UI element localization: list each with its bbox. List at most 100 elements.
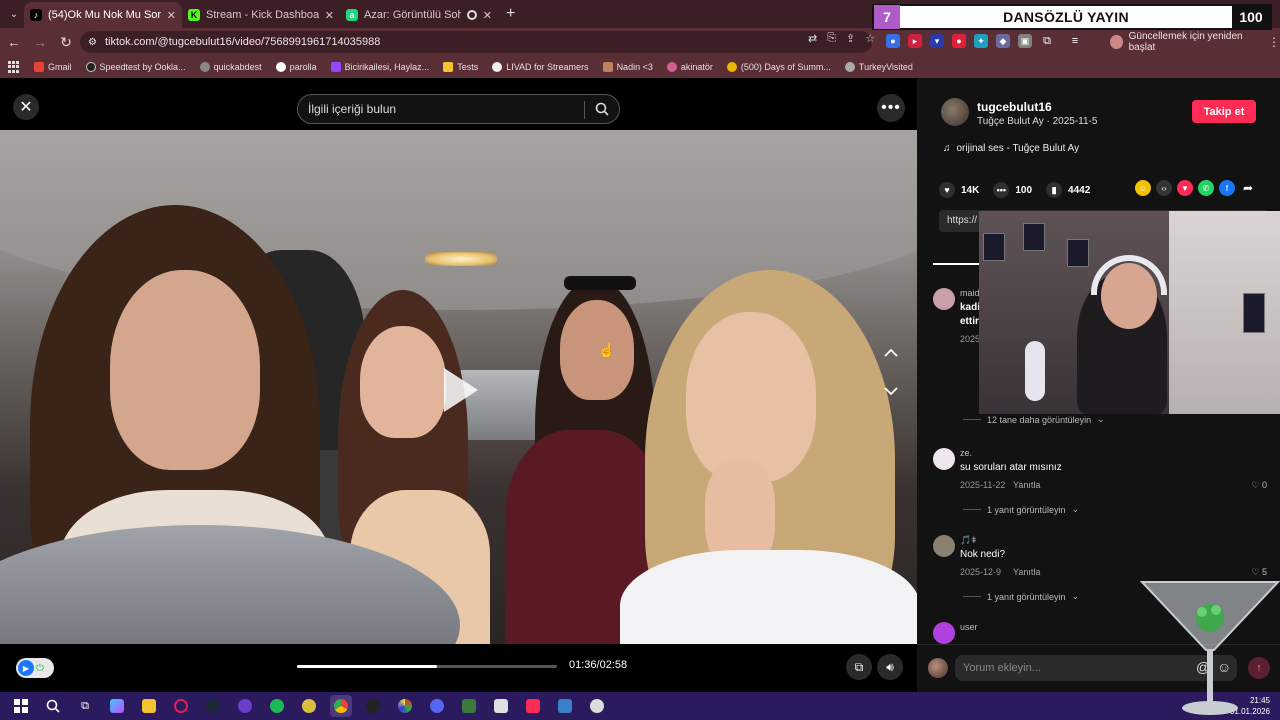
app-icon[interactable] bbox=[394, 695, 416, 717]
comment-avatar[interactable] bbox=[933, 288, 955, 310]
play-icon[interactable] bbox=[444, 368, 478, 412]
close-tab-icon[interactable]: ✕ bbox=[325, 9, 334, 22]
volume-button[interactable]: 🔊︎ bbox=[877, 654, 903, 680]
extension-icon[interactable]: ● bbox=[952, 34, 966, 48]
tab-kick[interactable]: K Stream - Kick Dashboard ✕ bbox=[182, 2, 340, 28]
picture-in-picture-button[interactable]: ⧉ bbox=[846, 654, 872, 680]
close-tab-icon[interactable]: ✕ bbox=[167, 9, 176, 22]
reply-button[interactable]: Yanıtla bbox=[1013, 480, 1040, 490]
comment-avatar[interactable] bbox=[933, 448, 955, 470]
comment-like[interactable]: ♡ 0 bbox=[1251, 480, 1267, 491]
bookmark-livad[interactable]: LIVAD for Streamers bbox=[492, 62, 589, 72]
bookmark-500-days[interactable]: (500) Days of Summ... bbox=[726, 62, 831, 72]
chrome-icon[interactable] bbox=[330, 695, 352, 717]
close-tab-icon[interactable]: ✕ bbox=[483, 9, 492, 22]
share-icon[interactable]: ⇪ bbox=[846, 32, 855, 45]
task-view-icon[interactable]: ⧉ bbox=[74, 695, 96, 717]
related-search-box[interactable]: İlgili içeriği bulun bbox=[297, 94, 620, 124]
install-app-icon[interactable]: ⎘ bbox=[827, 32, 836, 45]
bookmark-nadin[interactable]: Nadin <3 bbox=[602, 62, 653, 72]
view-more-replies[interactable]: 12 tane daha görüntüleyin ⌄ bbox=[963, 414, 1105, 425]
comment-username[interactable]: user bbox=[960, 622, 978, 632]
author-username[interactable]: tugcebulut16 bbox=[977, 100, 1052, 114]
site-info-icon[interactable]: ⚙ bbox=[88, 37, 97, 48]
more-options-button[interactable]: ••• bbox=[877, 94, 905, 122]
reload-icon[interactable]: ↻ bbox=[54, 30, 78, 54]
embed-icon[interactable]: ‹› bbox=[1156, 180, 1172, 196]
save-stat[interactable]: ▮ 4442 bbox=[1046, 182, 1090, 198]
update-browser-button[interactable]: Güncellemek için yeniden başlat ⋮ bbox=[1110, 31, 1280, 53]
extension-icon[interactable]: ✦ bbox=[974, 34, 988, 48]
tab-azar[interactable]: a Azar: Görüntülü Sohbet & ✕ bbox=[340, 2, 498, 28]
comment-username[interactable]: ze. bbox=[960, 448, 972, 458]
send-icon[interactable]: ▼ bbox=[1177, 180, 1193, 196]
video-player[interactable]: ☝ bbox=[0, 130, 917, 644]
search-icon[interactable] bbox=[595, 102, 609, 119]
copilot-icon[interactable] bbox=[106, 695, 128, 717]
file-explorer-icon[interactable] bbox=[138, 695, 160, 717]
bookmark-turkeyvisited[interactable]: TurkeyVisited bbox=[844, 62, 913, 72]
comment-avatar[interactable] bbox=[933, 622, 955, 644]
previous-video-chevron-up-icon[interactable] bbox=[880, 342, 902, 364]
comment-username[interactable]: maid bbox=[960, 288, 980, 298]
facebook-icon[interactable]: f bbox=[1219, 180, 1235, 196]
share-arrow-icon[interactable]: ➦ bbox=[1240, 180, 1256, 196]
reply-button[interactable]: Yanıtla bbox=[1013, 567, 1040, 577]
address-bar[interactable]: ⚙ tiktok.com/@tugcebulut16/video/7568991… bbox=[80, 31, 872, 53]
extensions-puzzle-icon[interactable]: ⧉ bbox=[1040, 34, 1054, 48]
comment-like[interactable]: ♡ 5 bbox=[1251, 567, 1267, 578]
bookmark-speedtest[interactable]: Speedtest by Ookla... bbox=[85, 62, 186, 72]
app-icon[interactable] bbox=[554, 695, 576, 717]
windows-start-icon[interactable] bbox=[10, 695, 32, 717]
obs-icon[interactable] bbox=[234, 695, 256, 717]
discord-icon[interactable] bbox=[426, 695, 448, 717]
bookmark-parolla[interactable]: parolla bbox=[275, 62, 317, 72]
back-icon[interactable]: ← bbox=[2, 30, 26, 54]
bookmark-akinator[interactable]: akinatör bbox=[666, 62, 713, 72]
app-icon[interactable] bbox=[362, 695, 384, 717]
next-video-chevron-down-icon[interactable] bbox=[880, 380, 902, 402]
author-avatar[interactable] bbox=[941, 98, 969, 126]
progress-bar[interactable] bbox=[297, 665, 557, 668]
close-video-button[interactable]: ✕ bbox=[13, 94, 39, 120]
bookmark-gmail[interactable]: Gmail bbox=[34, 62, 72, 72]
app-icon[interactable] bbox=[586, 695, 608, 717]
like-stat[interactable]: ♥ 14K bbox=[939, 182, 979, 198]
extension-icon[interactable]: ▾ bbox=[930, 34, 944, 48]
bookmark-quickabdest[interactable]: quickabdest bbox=[199, 62, 262, 72]
app-icon[interactable] bbox=[298, 695, 320, 717]
view-more-replies[interactable]: 1 yanıt görüntüleyin ⌄ bbox=[963, 504, 1079, 515]
spotify-icon[interactable] bbox=[266, 695, 288, 717]
taskbar-search-icon[interactable] bbox=[42, 695, 64, 717]
tab-tiktok[interactable]: ♪ (54)Ok Mu Nok Mu Sorulari | Ti ✕ bbox=[24, 2, 182, 28]
new-tab-button[interactable]: + bbox=[506, 5, 515, 23]
reading-list-icon[interactable]: ≡ bbox=[1068, 34, 1082, 48]
app-icon[interactable] bbox=[490, 695, 512, 717]
comment-avatar[interactable] bbox=[933, 535, 955, 557]
music-row[interactable]: ♫ orijinal ses - Tuğçe Bulut Ay bbox=[943, 143, 1079, 154]
apps-grid-icon[interactable] bbox=[8, 61, 20, 73]
comment-username[interactable]: 🎵ǂ bbox=[960, 535, 976, 546]
view-more-replies[interactable]: 1 yanıt görüntüleyin ⌄ bbox=[963, 591, 1079, 602]
follow-button[interactable]: Takip et bbox=[1192, 100, 1256, 123]
extension-icon[interactable]: ▣ bbox=[1018, 34, 1032, 48]
tiktok-taskbar-icon[interactable] bbox=[522, 695, 544, 717]
tab-search-button[interactable]: ⌄ bbox=[4, 4, 24, 24]
app-icon[interactable] bbox=[458, 695, 480, 717]
autoscroll-toggle[interactable]: ▶ ⏻ bbox=[16, 658, 54, 678]
extension-icon[interactable]: ▸ bbox=[908, 34, 922, 48]
opera-gx-icon[interactable] bbox=[170, 695, 192, 717]
profile-avatar[interactable] bbox=[1110, 35, 1123, 49]
bookmark-bicirikailesi[interactable]: Bicirikailesi, Haylaz... bbox=[330, 62, 429, 72]
extension-icon[interactable]: ◆ bbox=[996, 34, 1010, 48]
bookmark-star-icon[interactable]: ☆ bbox=[865, 32, 875, 45]
whatsapp-icon[interactable]: ✆ bbox=[1198, 180, 1214, 196]
menu-dots-icon[interactable]: ⋮ bbox=[1268, 35, 1280, 49]
comment-stat[interactable]: ••• 100 bbox=[993, 182, 1032, 198]
translate-icon[interactable]: ⇄ bbox=[808, 32, 817, 45]
bookmark-tests[interactable]: Tests bbox=[443, 62, 478, 72]
forward-icon[interactable]: → bbox=[28, 30, 52, 54]
coin-icon[interactable]: ☺ bbox=[1135, 180, 1151, 196]
extension-icon[interactable]: ● bbox=[886, 34, 900, 48]
steam-icon[interactable] bbox=[202, 695, 224, 717]
